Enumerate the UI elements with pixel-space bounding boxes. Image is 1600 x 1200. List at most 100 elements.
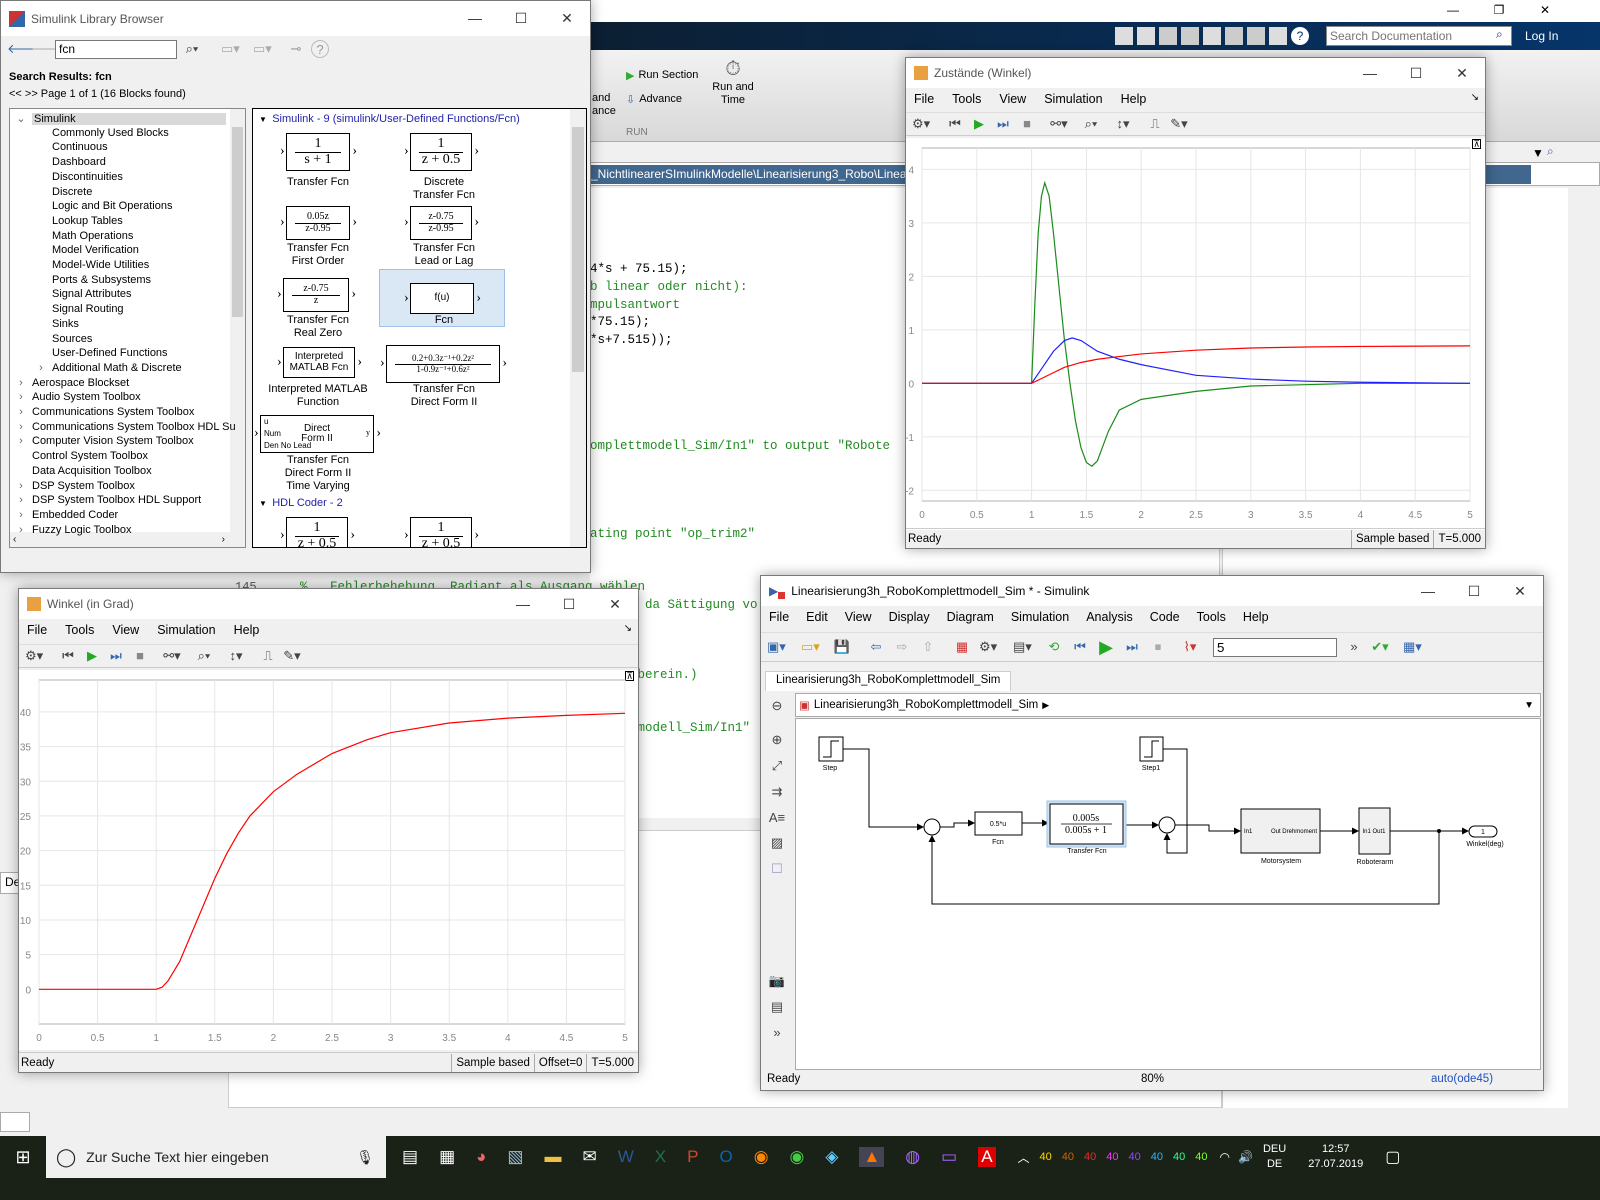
maximize-button[interactable]: ☐ (498, 1, 544, 36)
menu-view[interactable]: View (112, 623, 139, 637)
excel-app-icon[interactable]: X (655, 1147, 666, 1167)
step-back-icon[interactable]: ⏮ (1071, 638, 1089, 656)
code-line[interactable]: tmodell_Sim/In1" (630, 721, 750, 735)
tree-item[interactable]: User-Defined Functions (30, 347, 168, 359)
screenshot-icon[interactable]: 📷 (769, 973, 785, 989)
stop-time-input[interactable] (1213, 637, 1337, 657)
chrome-app-icon[interactable]: ◉ (790, 1147, 805, 1167)
more-icon[interactable]: » (1345, 638, 1363, 656)
breadcrumb-dropdown-icon[interactable]: ▼ (1524, 700, 1534, 711)
firefox-app-icon[interactable]: ◉ (754, 1147, 769, 1167)
tree-item[interactable]: › Aerospace Blockset (10, 377, 129, 389)
tree-item[interactable]: Ports & Subsystems (30, 274, 151, 286)
menu-tools[interactable]: Tools (1197, 610, 1226, 624)
tree-item[interactable]: › Audio System Toolbox (10, 391, 140, 403)
run-icon[interactable]: ▶ (970, 115, 988, 133)
save-icon[interactable] (1137, 27, 1155, 45)
chevron-down-icon[interactable]: ⌄ (10, 112, 32, 125)
switch-windows-icon[interactable] (1269, 27, 1287, 45)
powerpoint-app-icon[interactable]: P (687, 1147, 698, 1167)
area-icon[interactable]: ☐ (771, 861, 783, 877)
tray-indicator[interactable]: 40 (1173, 1151, 1185, 1163)
close-button[interactable]: ✕ (544, 1, 590, 36)
step-back-icon[interactable]: ⏮ (946, 115, 964, 133)
model-data-icon[interactable]: ▤ (771, 999, 783, 1015)
login-link[interactable]: Log In (1525, 29, 1558, 43)
run-and-advance-button[interactable]: and ance (592, 92, 616, 118)
tree-item[interactable]: › Computer Vision System Toolbox (10, 435, 193, 447)
menu-help[interactable]: Help (1243, 610, 1269, 624)
toolbar-icon[interactable] (1115, 27, 1133, 45)
save-icon[interactable]: 💾 (833, 638, 851, 656)
advance-button[interactable]: ⇩ Advance (626, 93, 682, 106)
menu-file[interactable]: File (769, 610, 789, 624)
new-model-icon[interactable]: ▣▾ (767, 638, 786, 656)
tree-item[interactable]: Sources (30, 333, 92, 345)
forward-icon[interactable]: ⇨ (893, 638, 911, 656)
paste-icon[interactable] (1203, 27, 1221, 45)
step-forward-icon[interactable]: ⏭ (107, 647, 125, 665)
tray-indicator[interactable]: 40 (1040, 1151, 1052, 1163)
annotation-icon[interactable]: A≡ (769, 810, 785, 825)
file-explorer-icon[interactable]: ▬ (544, 1147, 561, 1167)
angle-plot[interactable]: 0 0.5 1 1.5 2 2.5 3 3.5 4 4.5 5 0 5 10 15 20 25 30 35 40 (19, 670, 638, 1050)
open-icon[interactable]: ▭▾ (253, 40, 272, 58)
code-line[interactable]: *s+7.515)); (590, 333, 673, 347)
library-block[interactable]: 0.2+0.3z⁻¹+0.2z² 1-0.9z⁻¹+0.6z² › › (380, 345, 507, 383)
run-icon[interactable]: ▶ (1097, 638, 1115, 656)
tray-indicator[interactable]: 40 (1106, 1151, 1118, 1163)
volume-icon[interactable]: 🔊 (1238, 1150, 1253, 1164)
library-block[interactable]: Interpreted MATLAB Fcn › › (277, 347, 362, 378)
forward-arrow-icon[interactable]: 🡒 (31, 40, 66, 58)
autoscale-icon[interactable]: ↕▾ (227, 647, 245, 665)
menu-help[interactable]: Help (1121, 92, 1147, 106)
tree-item[interactable]: Logic and Bit Operations (30, 200, 172, 212)
taskbar-search[interactable]: ◯ Zur Suche Text hier eingeben 🎙 (46, 1136, 386, 1178)
restore-button[interactable]: ❐ (1476, 0, 1522, 20)
code-line[interactable]: omplettmodell_Sim/In1" to output "Robote (590, 439, 890, 453)
maximize-button[interactable]: ☐ (546, 589, 592, 619)
code-line[interactable]: mpulsantwort (590, 298, 680, 312)
library-block[interactable]: Direct Form II u Num Den No Lead y › › (254, 415, 381, 453)
undo-icon[interactable] (1225, 27, 1243, 45)
breadcrumb-model[interactable]: Linearisierung3h_RoboKomplettmodell_Sim (814, 699, 1038, 711)
path-dropdown-icon[interactable]: ▼ (1532, 146, 1544, 160)
chevron-right-icon[interactable]: › (10, 435, 32, 447)
library-block[interactable]: 0.05z z-0.95 › › (280, 206, 357, 240)
menu-analysis[interactable]: Analysis (1086, 610, 1133, 624)
menu-simulation[interactable]: Simulation (157, 623, 215, 637)
group-header-hdl[interactable]: ▼ HDL Coder - 2 (259, 497, 343, 509)
measurements-icon[interactable]: ✎▾ (1170, 115, 1188, 133)
code-line[interactable]: 4*s + 75.15); (590, 262, 688, 276)
tray-indicator[interactable]: 40 (1195, 1151, 1207, 1163)
tray-indicator[interactable]: 40 (1084, 1151, 1096, 1163)
step-forward-icon[interactable]: ⏭ (1123, 638, 1141, 656)
dock-icon[interactable]: ↘ (624, 623, 632, 634)
help-icon[interactable]: ? (1291, 27, 1309, 45)
acrobat-app-icon[interactable]: A (978, 1147, 996, 1167)
stop-icon[interactable]: ■ (131, 647, 149, 665)
model-advisor-check-icon[interactable]: ✔▾ (1371, 638, 1389, 656)
menu-file[interactable]: File (27, 623, 47, 637)
tree-item[interactable]: Lookup Tables (30, 215, 123, 227)
fit-to-view-icon[interactable]: ⤢ (772, 758, 782, 774)
start-button[interactable]: ⊞ (0, 1147, 46, 1168)
tree-item[interactable]: Data Acquisition Toolbox (10, 465, 152, 477)
menu-tools[interactable]: Tools (65, 623, 94, 637)
image-icon[interactable]: ▨ (771, 835, 783, 851)
minimize-button[interactable]: — (1430, 0, 1476, 20)
step-forward-icon[interactable]: ⏭ (994, 115, 1012, 133)
library-block[interactable]: 1s + 1 › › (280, 133, 357, 171)
network-icon[interactable]: ◠ (1220, 1150, 1230, 1164)
code-line[interactable]: überein.) (630, 668, 698, 682)
autoscale-icon[interactable]: ↕▾ (1114, 115, 1132, 133)
highlight-icon[interactable]: ⚯▾ (163, 647, 181, 665)
scroll-thumb[interactable] (572, 127, 584, 372)
chevron-right-icon[interactable]: › (10, 377, 32, 389)
open-folder-icon[interactable]: ▭▾ (801, 638, 820, 656)
group-header-simulink[interactable]: ▼ Simulink - 9 (simulink/User-Defined Fu… (259, 113, 520, 125)
close-button[interactable]: ✕ (1439, 58, 1485, 88)
library-block[interactable]: z-0.75 z › › (277, 278, 356, 312)
help-icon[interactable]: ? (311, 40, 329, 58)
settings-gear-icon[interactable]: ⚙▾ (912, 115, 930, 133)
